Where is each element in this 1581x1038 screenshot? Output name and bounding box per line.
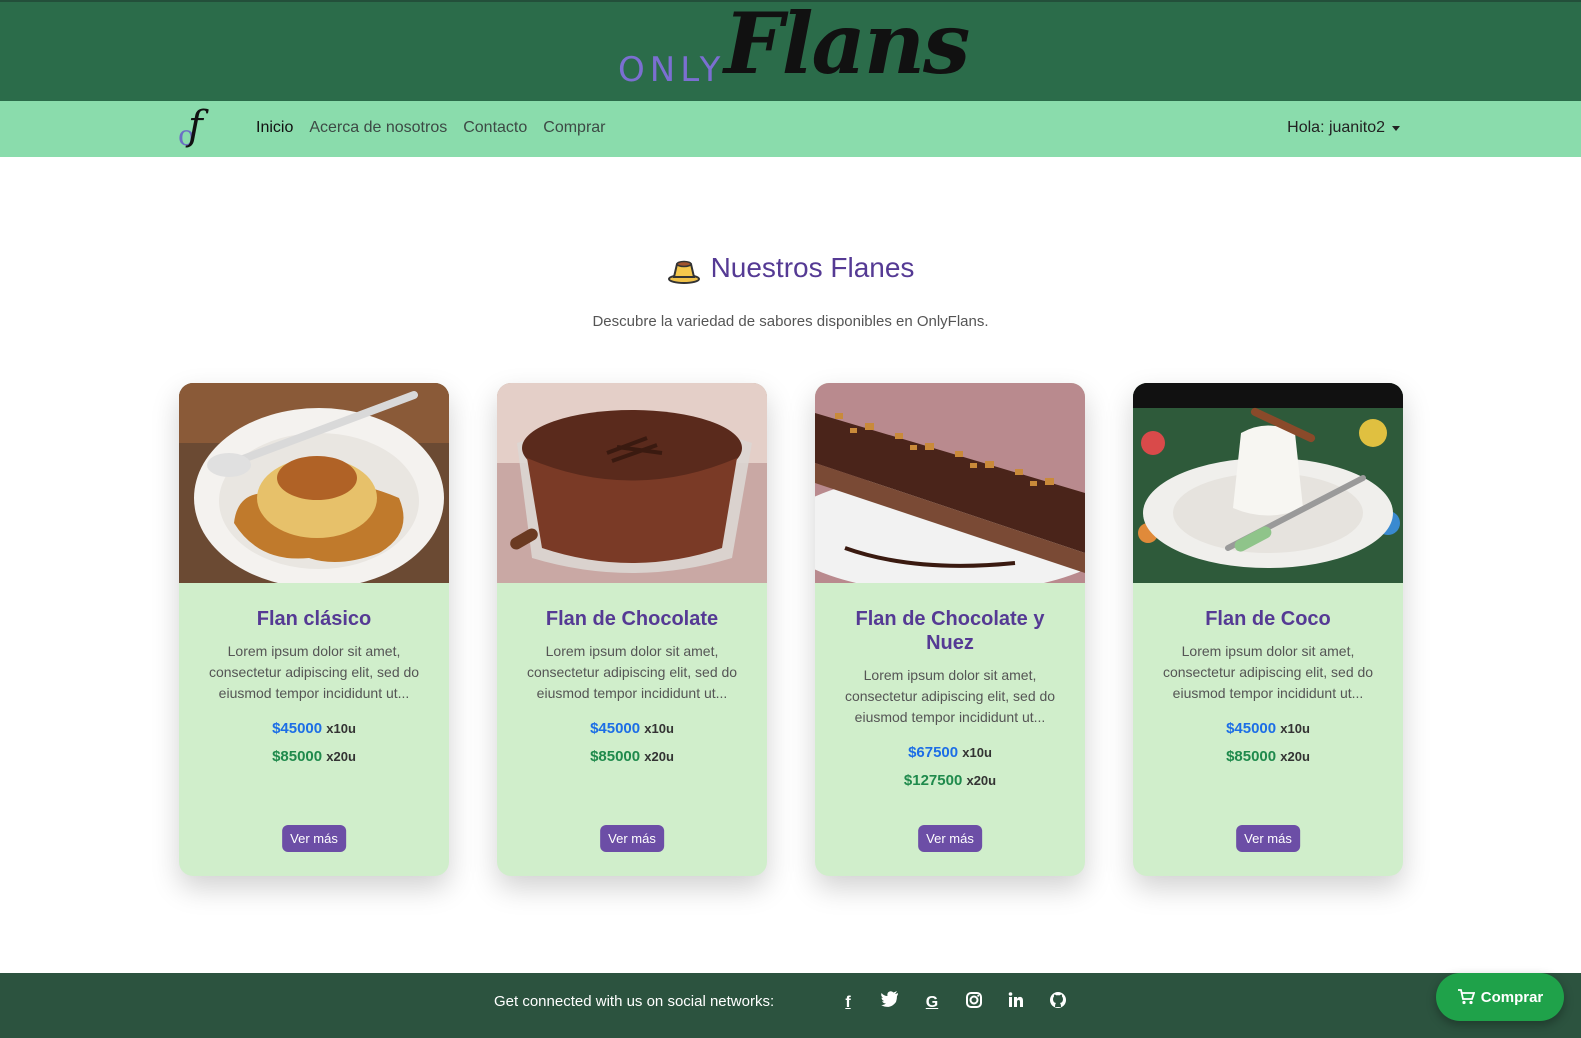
nav-link-comprar[interactable]: Comprar xyxy=(535,119,613,137)
price-10u: $45000 xyxy=(272,720,323,737)
chevron-down-icon xyxy=(1392,125,1400,131)
section-title-text: Nuestros Flanes xyxy=(710,252,915,283)
qty-20u: x20u xyxy=(644,749,674,764)
card-title: Flan de Coco xyxy=(1205,608,1331,630)
price-20u: $85000 xyxy=(272,748,323,765)
user-greeting: Hola: juanito2 xyxy=(1287,119,1385,136)
twitter-icon[interactable] xyxy=(878,991,902,1015)
qty-10u: x10u xyxy=(962,745,992,760)
product-card: Flan de Chocolate Lorem ipsum dolor sit … xyxy=(497,383,767,876)
user-dropdown[interactable]: Hola: juanito2 xyxy=(1287,119,1400,137)
ver-mas-button[interactable]: Ver más xyxy=(282,825,346,852)
github-icon[interactable] xyxy=(1046,991,1070,1015)
qty-20u: x20u xyxy=(1280,749,1310,764)
qty-20u: x20u xyxy=(326,749,356,764)
card-description: Lorem ipsum dolor sit amet, consectetur … xyxy=(208,643,420,701)
price-10u: $45000 xyxy=(590,720,641,737)
card-title: Flan de Chocolate xyxy=(545,608,719,630)
card-description: Lorem ipsum dolor sit amet, consectetur … xyxy=(1162,643,1374,701)
flan-icon xyxy=(667,260,700,284)
brand-f: f xyxy=(188,103,203,149)
nav-links: Inicio Acerca de nosotros Contacto Compr… xyxy=(256,119,614,137)
navbar: o f Inicio Acerca de nosotros Contacto C… xyxy=(0,101,1581,157)
price-20u: $85000 xyxy=(1226,748,1277,765)
price-row-10u: $67500 x10u xyxy=(815,742,1085,764)
instagram-icon[interactable] xyxy=(962,991,986,1015)
facebook-icon[interactable]: f xyxy=(836,991,860,1015)
qty-10u: x10u xyxy=(644,721,674,736)
qty-10u: x10u xyxy=(1280,721,1310,736)
card-title: Flan de Chocolate y Nuez xyxy=(855,608,1045,654)
product-card: Flan de Chocolate y Nuez Lorem ipsum dol… xyxy=(815,383,1085,876)
price-row-20u: $85000 x20u xyxy=(497,746,767,768)
section-subtitle: Descubre la variedad de sabores disponib… xyxy=(592,313,989,330)
nav-link-acerca[interactable]: Acerca de nosotros xyxy=(301,119,455,137)
header-banner: ONLY Flans xyxy=(0,0,1581,101)
card-title: Flan clásico xyxy=(256,608,372,630)
site-logo[interactable]: ONLY Flans xyxy=(612,0,972,102)
ver-mas-button[interactable]: Ver más xyxy=(1236,825,1300,852)
cart-icon xyxy=(1457,989,1475,1005)
ver-mas-button[interactable]: Ver más xyxy=(918,825,982,852)
nav-link-inicio[interactable]: Inicio xyxy=(256,119,301,137)
ver-mas-button[interactable]: Ver más xyxy=(600,825,664,852)
product-image xyxy=(179,383,449,583)
linkedin-icon[interactable] xyxy=(1004,991,1028,1015)
nav-link-contacto[interactable]: Contacto xyxy=(455,119,535,137)
product-card: Flan de Coco Lorem ipsum dolor sit amet,… xyxy=(1133,383,1403,876)
price-row-20u: $85000 x20u xyxy=(1133,746,1403,768)
price-10u: $45000 xyxy=(1226,720,1277,737)
logo-flans-text: Flans xyxy=(724,0,970,93)
price-row-10u: $45000 x10u xyxy=(179,718,449,740)
footer-social-text: Get connected with us on social networks… xyxy=(494,993,775,1010)
qty-10u: x10u xyxy=(326,721,356,736)
product-image xyxy=(815,383,1085,583)
floating-buy-button[interactable]: Comprar xyxy=(1436,973,1564,1021)
google-icon[interactable]: G xyxy=(920,991,944,1015)
navbar-brand-logo[interactable]: o f xyxy=(178,103,224,152)
price-20u: $127500 xyxy=(903,772,963,789)
floating-buy-label: Comprar xyxy=(1480,988,1544,1006)
price-10u: $67500 xyxy=(908,744,959,761)
price-20u: $85000 xyxy=(590,748,641,765)
logo-only-text: ONLY xyxy=(618,50,726,90)
price-row-10u: $45000 x10u xyxy=(497,718,767,740)
price-row-20u: $127500 x20u xyxy=(815,770,1085,792)
product-image xyxy=(497,383,767,583)
section-title: Nuestros Flanes xyxy=(0,252,1581,285)
product-image xyxy=(1133,383,1403,583)
card-description: Lorem ipsum dolor sit amet, consectetur … xyxy=(844,667,1056,725)
product-card: Flan clásico Lorem ipsum dolor sit amet,… xyxy=(179,383,449,876)
price-row-20u: $85000 x20u xyxy=(179,746,449,768)
card-description: Lorem ipsum dolor sit amet, consectetur … xyxy=(526,643,738,701)
price-row-10u: $45000 x10u xyxy=(1133,718,1403,740)
qty-20u: x20u xyxy=(966,773,997,788)
social-links: f G xyxy=(836,991,1070,1015)
footer: Get connected with us on social networks… xyxy=(0,973,1581,1038)
